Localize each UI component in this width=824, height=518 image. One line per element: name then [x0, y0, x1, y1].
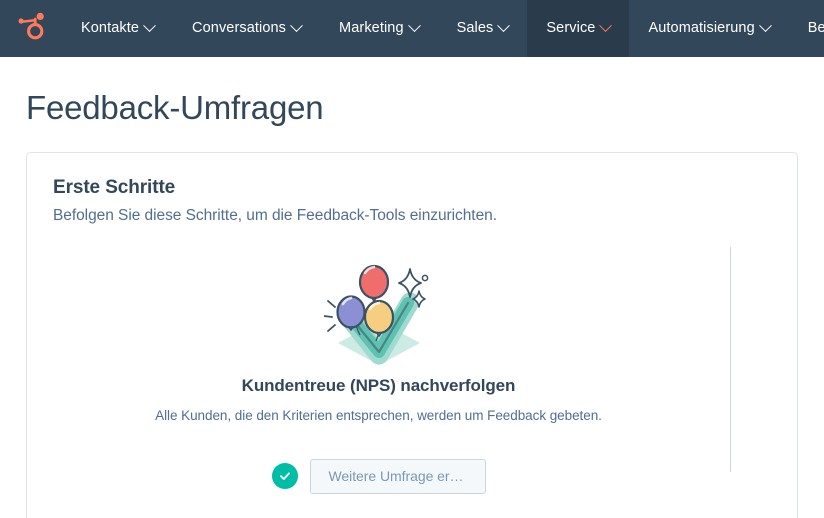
nav-item-label: Marketing — [339, 20, 404, 37]
nav-item-label: Service — [546, 20, 596, 37]
chevron-down-icon — [143, 19, 156, 33]
page-body: Feedback-Umfragen Erste Schritte Befolge… — [0, 57, 824, 518]
erste-schritte-card: Erste Schritte Befolgen Sie diese Schrit… — [26, 151, 798, 518]
nav-item-label: Sales — [456, 20, 494, 37]
page-title: Feedback-Umfragen — [26, 89, 324, 126]
nav-item-berichte[interactable]: Berichte — [789, 0, 824, 57]
steps-row: Kundentreue (NPS) nachverfolgen Alle Kun… — [27, 243, 797, 494]
chevron-down-icon — [407, 19, 421, 33]
nav-item-label: Berichte — [807, 20, 824, 37]
chevron-down-icon — [758, 19, 772, 33]
card-header: Erste Schritte Befolgen Sie diese Schrit… — [27, 153, 797, 225]
card-title: Erste Schritte — [53, 176, 176, 198]
nav-item-kontakte[interactable]: Kontakte — [62, 0, 173, 57]
chevron-down-icon — [290, 19, 303, 33]
nav-item-sales[interactable]: Sales — [438, 0, 528, 57]
nav-item-label: Kontakte — [81, 20, 140, 37]
step-description: Alle Kunden, die den Kriterien entsprech… — [155, 407, 602, 423]
hubspot-logo-link[interactable] — [0, 0, 62, 57]
next-step-column — [731, 243, 797, 494]
step-title: Kundentreue (NPS) nachverfolgen — [241, 375, 516, 395]
chevron-down-icon — [497, 19, 511, 33]
hubspot-sprocket-logo-icon — [18, 11, 45, 46]
nav-item-automatisierung[interactable]: Automatisierung — [629, 0, 788, 57]
card-subtitle: Befolgen Sie diese Schritte, um die Feed… — [53, 206, 497, 224]
nav-item-marketing[interactable]: Marketing — [320, 0, 438, 57]
nav-item-label: Automatisierung — [648, 20, 755, 37]
nav-item-conversations[interactable]: Conversations — [173, 0, 320, 57]
nav-item-list: Kontakte Conversations Marketing Sales S… — [62, 0, 824, 57]
step-action-row: Weitere Umfrage ers… — [271, 458, 486, 494]
weitere-umfrage-erstellen-button[interactable]: Weitere Umfrage ers… — [309, 458, 486, 494]
step-card-nps: Kundentreue (NPS) nachverfolgen Alle Kun… — [27, 243, 730, 494]
balloons-checkmark-illustration-icon — [322, 261, 434, 366]
check-circle-icon — [271, 463, 298, 490]
nav-item-label: Conversations — [192, 20, 287, 37]
top-navigation-bar: Kontakte Conversations Marketing Sales S… — [0, 0, 824, 57]
chevron-down-icon — [599, 19, 613, 33]
nav-item-service[interactable]: Service — [527, 0, 630, 57]
